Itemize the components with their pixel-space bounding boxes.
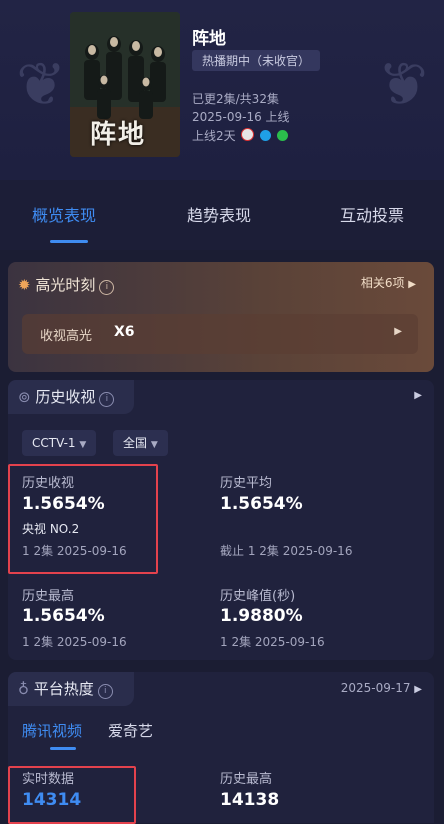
tencent-platform-icon <box>260 130 272 141</box>
hist-max-value: 1.5654% <box>22 606 105 626</box>
channel-dropdown[interactable]: CCTV-1 ▼ <box>22 430 97 456</box>
hist-avg-label: 历史平均 <box>220 476 273 491</box>
highlight-related-link[interactable]: 相关6项 ▶ <box>361 274 416 291</box>
chevron-right-icon: ▶ <box>414 684 422 695</box>
laurel-right-icon: ❦ <box>377 50 428 120</box>
hist-rating-value: 1.5654% <box>22 494 105 514</box>
status-badge: 热播期中（未收官） <box>192 50 321 71</box>
cctv-platform-icon <box>241 128 255 141</box>
laurel-left-icon: ❦ <box>16 50 67 120</box>
platform-date: 2025-09-17 <box>340 681 411 695</box>
info-icon[interactable]: i <box>97 684 113 699</box>
platform-heading-row: ♁ 平台热度 i <box>18 672 125 706</box>
hist-rating-label: 历史收视 <box>22 476 75 491</box>
hist-rating-sub: 1 2集 2025-09-16 <box>22 544 127 558</box>
tab-vote[interactable]: 互动投票 <box>340 202 404 226</box>
hist-peak-value: 1.9880% <box>220 606 303 626</box>
iqiyi-platform-icon <box>277 130 289 141</box>
tab-iqiyi[interactable]: 爱奇艺 <box>108 720 153 741</box>
history-icon: ⊚ <box>18 388 31 406</box>
platform-date-link[interactable]: 2025-09-17 ▶ <box>341 681 422 695</box>
tab-tencent[interactable]: 腾讯视频 <box>22 720 82 741</box>
info-icon[interactable]: i <box>99 392 115 407</box>
highlight-heading: 高光时刻 <box>35 276 96 294</box>
realtime-value: 14314 <box>22 790 82 810</box>
days-online: 上线2天 <box>192 129 236 143</box>
show-title: 阵地 <box>192 29 226 49</box>
tab-active-indicator <box>50 240 88 243</box>
chevron-right-icon: ▶ <box>394 326 402 337</box>
highlight-heading-row: ✹ 高光时刻 i <box>18 274 115 295</box>
tab-bar: 概览表现 趋势表现 互动投票 <box>0 180 444 250</box>
poster-title: 阵地 <box>90 120 147 150</box>
highlight-item-value: X6 <box>114 324 135 340</box>
region-dropdown[interactable]: 全国 ▼ <box>113 430 168 456</box>
highlight-card: ✹ 高光时刻 i 相关6项 ▶ 收视高光 X6 ▶ <box>8 262 434 372</box>
highlight-item-label: 收视高光 <box>40 329 93 344</box>
highlight-item[interactable]: 收视高光 X6 ▶ <box>22 314 418 354</box>
history-heading: 历史收视 <box>35 388 96 406</box>
info-icon[interactable]: i <box>99 280 115 295</box>
show-poster[interactable]: 阵地 <box>70 12 180 157</box>
tab-overview[interactable]: 概览表现 <box>32 202 96 226</box>
hist-avg-sub: 截止 1 2集 2025-09-16 <box>220 544 353 558</box>
chevron-right-icon[interactable]: ▶ <box>414 390 422 401</box>
platform-hist-max-value: 14138 <box>220 790 280 810</box>
days-online-row: 上线2天 <box>192 127 289 144</box>
hist-rating-rank: 央视 NO.2 <box>22 522 80 536</box>
hist-peak-sub: 1 2集 2025-09-16 <box>220 635 325 649</box>
flame-icon: ✹ <box>18 276 31 294</box>
hist-max-sub: 1 2集 2025-09-16 <box>22 635 127 649</box>
hist-avg-value: 1.5654% <box>220 494 303 514</box>
episode-count: 已更2集/共32集 <box>192 92 279 106</box>
chevron-right-icon: ▶ <box>408 279 416 290</box>
channel-value: CCTV-1 <box>32 436 76 450</box>
platform-tab-indicator <box>50 747 76 750</box>
highlight-related-count: 相关6项 <box>360 276 405 290</box>
history-heading-row: ⊚ 历史收视 i <box>18 380 126 414</box>
hist-max-label: 历史最高 <box>22 589 75 604</box>
caret-down-icon: ▼ <box>150 440 158 450</box>
region-value: 全国 <box>123 436 148 450</box>
premiere-date: 2025-09-16 上线 <box>192 110 290 124</box>
tab-trend[interactable]: 趋势表现 <box>187 202 251 226</box>
realtime-label: 实时数据 <box>22 772 75 787</box>
heat-icon: ♁ <box>18 680 29 698</box>
hist-peak-label: 历史峰值(秒) <box>220 589 296 604</box>
platform-heading: 平台热度 <box>33 680 94 698</box>
caret-down-icon: ▼ <box>79 440 87 450</box>
platform-hist-max-label: 历史最高 <box>220 772 273 787</box>
